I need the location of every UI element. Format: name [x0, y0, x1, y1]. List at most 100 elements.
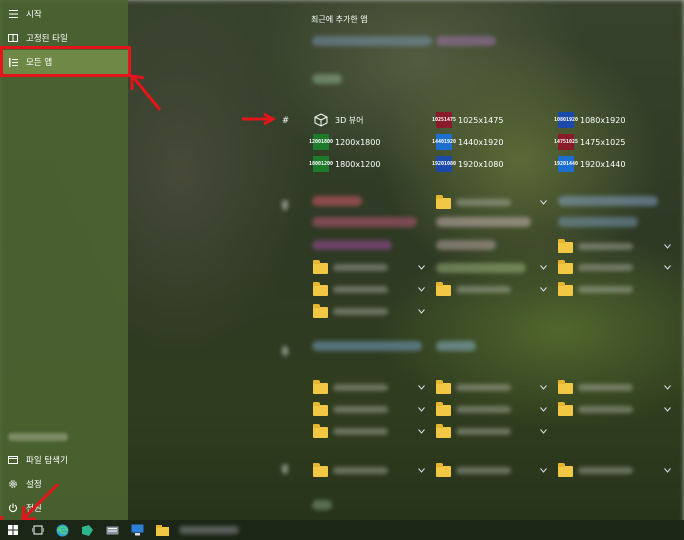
folder-icon[interactable] [436, 380, 451, 394]
app-blurred[interactable] [312, 341, 422, 351]
app-blurred[interactable] [558, 196, 658, 206]
folder-icon[interactable] [313, 304, 328, 318]
resolution-icon-bottom: 1800 [321, 138, 334, 145]
app-taskbar-button[interactable] [75, 520, 100, 540]
app-1080x1920[interactable]: 1080 1920 1080x1920 [554, 112, 625, 128]
chevron-down-icon[interactable] [540, 199, 547, 207]
folder-icon[interactable] [313, 282, 328, 296]
folder-icon[interactable] [436, 402, 451, 416]
chevron-down-icon[interactable] [540, 286, 547, 294]
chevron-down-icon[interactable] [540, 406, 547, 414]
folder-label-blurred [456, 428, 511, 435]
folder-label-blurred [456, 199, 511, 206]
app-blurred[interactable] [436, 341, 476, 351]
folder-label-blurred [333, 264, 388, 271]
folder-label-blurred [578, 264, 633, 271]
section-header-hash[interactable]: # [282, 116, 289, 126]
power-icon [8, 503, 18, 513]
chevron-down-icon[interactable] [540, 264, 547, 272]
keyboard-taskbar-button[interactable] [100, 520, 125, 540]
recent-app-blurred[interactable] [436, 36, 496, 46]
resolution-icon: 1080 1920 [554, 112, 578, 128]
app-1440x1920[interactable]: 1440 1920 1440x1920 [432, 134, 503, 150]
folder-label-blurred [578, 286, 633, 293]
recent-app-blurred[interactable] [312, 36, 432, 46]
folder-icon[interactable] [436, 463, 451, 477]
resolution-icon-bottom: 1920 [444, 138, 457, 145]
user-account-blurred[interactable] [8, 433, 68, 441]
chevron-down-icon[interactable] [418, 467, 425, 475]
file-explorer-taskbar-button[interactable] [150, 520, 175, 540]
app-1920x1080[interactable]: 1920 1080 1920x1080 [432, 156, 503, 172]
section-header-blurred[interactable] [282, 464, 288, 474]
chevron-down-icon[interactable] [418, 264, 425, 272]
chevron-down-icon[interactable] [664, 264, 671, 272]
app-1800x1200[interactable]: 1800 1200 1800x1200 [309, 156, 381, 172]
chevron-down-icon[interactable] [418, 286, 425, 294]
resolution-icon-top: 1920 [431, 160, 444, 167]
folder-icon[interactable] [313, 260, 328, 274]
sidebar-item-start[interactable]: 시작 [0, 2, 128, 26]
folder-icon[interactable] [558, 380, 573, 394]
app-1475x1025[interactable]: 1475 1025 1475x1025 [554, 134, 625, 150]
chevron-down-icon[interactable] [418, 428, 425, 436]
folder-icon[interactable] [436, 195, 451, 209]
app-label: 1800x1200 [335, 159, 381, 169]
app-blurred[interactable] [312, 217, 417, 227]
section-header-blurred[interactable] [282, 346, 288, 356]
app-1920x1440[interactable]: 1920 1440 1920x1440 [554, 156, 626, 172]
resolution-icon: 1200 1800 [309, 134, 333, 150]
task-view-button[interactable] [25, 520, 50, 540]
app-1200x1800[interactable]: 1200 1800 1200x1800 [309, 134, 380, 150]
app-blurred[interactable] [312, 500, 332, 510]
chevron-down-icon[interactable] [664, 384, 671, 392]
app-blurred[interactable] [436, 263, 526, 273]
monitor-icon [131, 524, 144, 536]
folder-icon[interactable] [558, 282, 573, 296]
folder-icon[interactable] [313, 402, 328, 416]
folder-label-blurred [578, 384, 633, 391]
app-1025x1475[interactable]: 1025 1475 1025x1475 [432, 112, 504, 128]
recent-app-blurred[interactable] [312, 74, 342, 84]
edge-taskbar-button[interactable] [50, 520, 75, 540]
app-blurred[interactable] [436, 240, 496, 250]
sidebar-item-file-explorer[interactable]: 파일 탐색기 [0, 448, 128, 472]
app-label: 1025x1475 [458, 115, 504, 125]
chevron-down-icon[interactable] [664, 243, 671, 251]
start-button[interactable] [0, 520, 25, 540]
taskbar-window-blurred[interactable] [179, 526, 239, 534]
folder-icon[interactable] [558, 402, 573, 416]
section-header-blurred[interactable] [282, 200, 288, 210]
chevron-down-icon[interactable] [418, 406, 425, 414]
taskbar [0, 520, 684, 540]
resolution-icon-bottom: 1200 [321, 160, 334, 167]
app-blurred[interactable] [436, 217, 531, 227]
folder-icon[interactable] [436, 282, 451, 296]
folder-icon[interactable] [313, 463, 328, 477]
folder-label-blurred [578, 243, 633, 250]
chevron-down-icon[interactable] [418, 384, 425, 392]
app-blurred[interactable] [312, 240, 392, 250]
folder-icon[interactable] [558, 260, 573, 274]
chevron-down-icon[interactable] [664, 406, 671, 414]
app-label: 1920x1440 [580, 159, 626, 169]
folder-label-blurred [456, 406, 511, 413]
chevron-down-icon[interactable] [418, 308, 425, 316]
app-blurred[interactable] [312, 196, 362, 206]
hamburger-icon [8, 9, 18, 19]
folder-icon[interactable] [558, 463, 573, 477]
chevron-down-icon[interactable] [540, 384, 547, 392]
remote-desktop-taskbar-button[interactable] [125, 520, 150, 540]
app-blurred[interactable] [558, 217, 638, 227]
folder-icon[interactable] [313, 424, 328, 438]
chevron-down-icon[interactable] [540, 428, 547, 436]
folder-icon[interactable] [313, 380, 328, 394]
app-3d-viewer[interactable]: 3D 뷰어 [313, 112, 364, 128]
folder-icon[interactable] [558, 239, 573, 253]
chevron-down-icon[interactable] [664, 467, 671, 475]
folder-icon[interactable] [436, 424, 451, 438]
start-menu-panel [128, 0, 684, 520]
app-label: 3D 뷰어 [335, 115, 364, 125]
chevron-down-icon[interactable] [540, 467, 547, 475]
resolution-icon-bottom: 1080 [444, 160, 457, 167]
